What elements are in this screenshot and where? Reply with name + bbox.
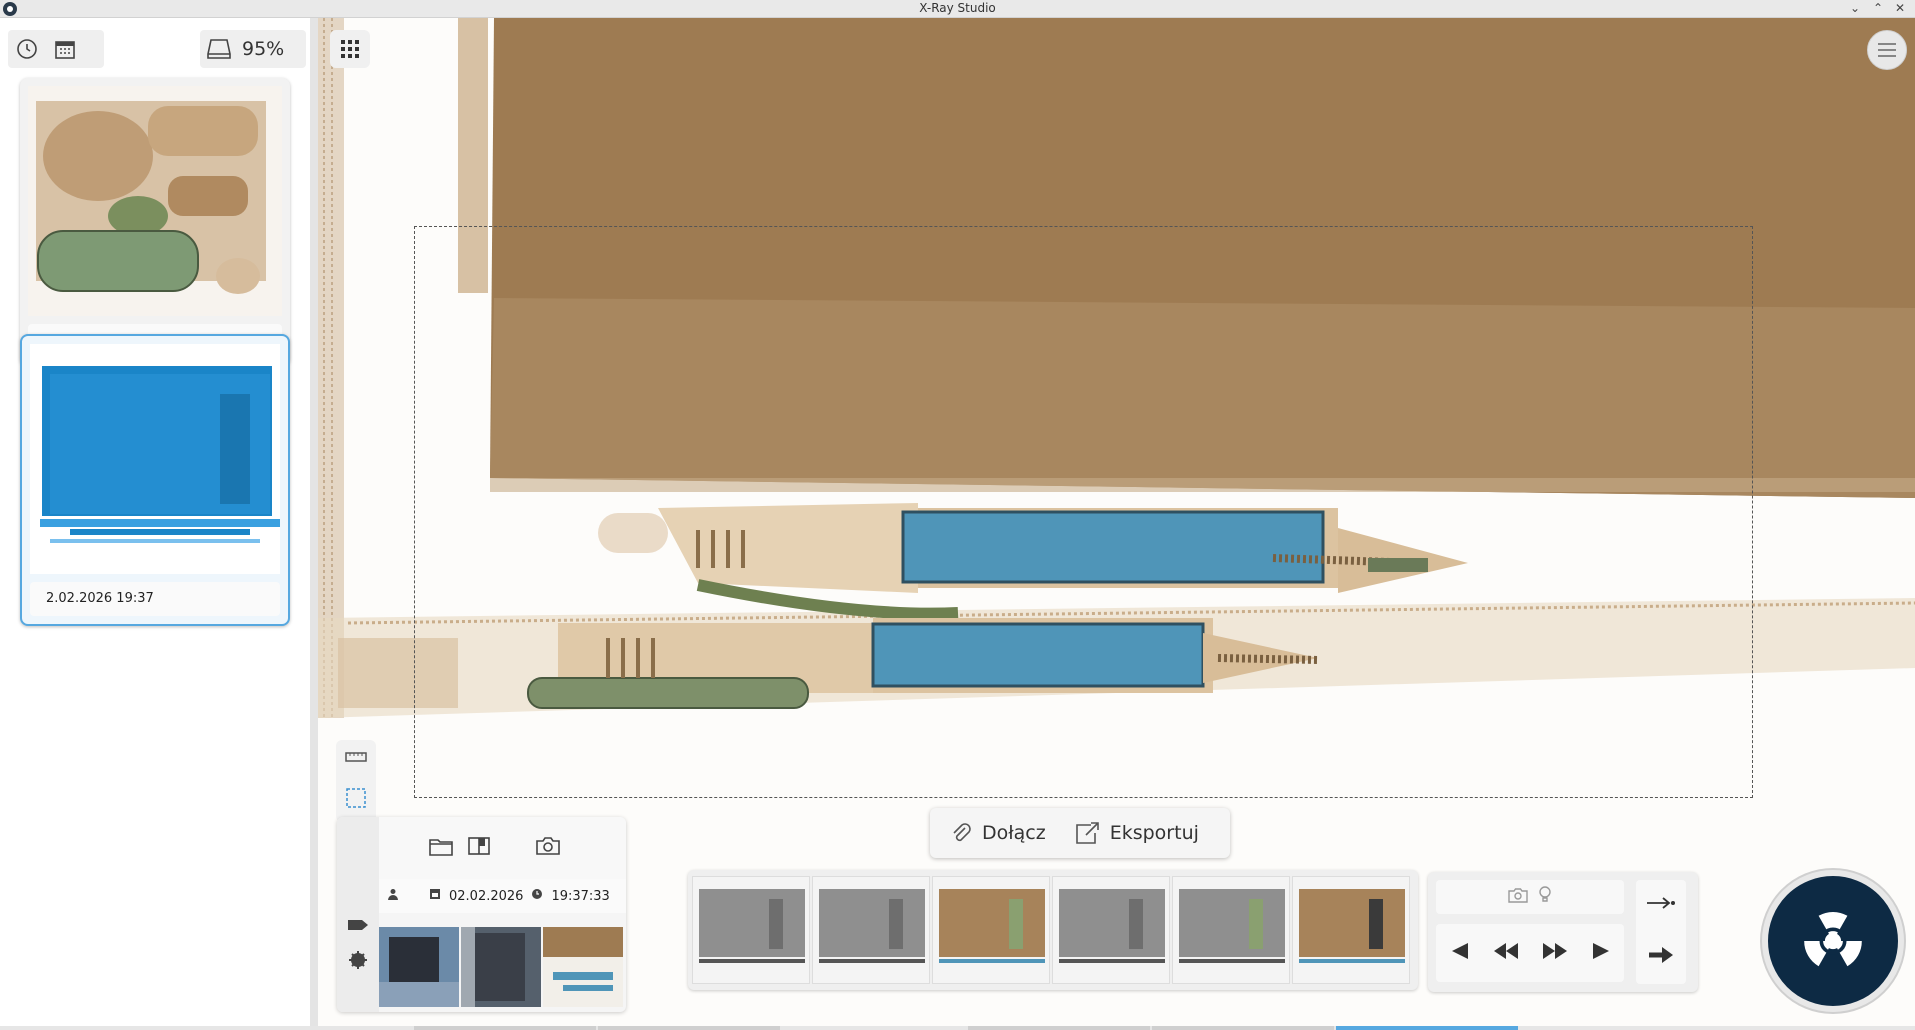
scan-history-panel: 95% 2.02.2026 19:40 bbox=[0, 18, 318, 1030]
disk-icon bbox=[200, 30, 238, 68]
scan-thumbnail bbox=[30, 344, 280, 574]
filmstrip-frame[interactable] bbox=[812, 876, 930, 984]
camera-photo[interactable] bbox=[543, 927, 623, 1007]
rewind-icon[interactable] bbox=[1493, 941, 1519, 965]
status-strip bbox=[0, 1026, 1915, 1030]
paperclip-icon bbox=[953, 823, 971, 842]
info-toolbar bbox=[379, 817, 626, 879]
filmstrip-frame[interactable] bbox=[1172, 876, 1290, 984]
disk-usage-value: 95% bbox=[242, 38, 285, 60]
minimize-button[interactable]: ⌄ bbox=[1845, 0, 1865, 18]
grid-icon[interactable] bbox=[330, 30, 370, 68]
filmstrip-frame[interactable] bbox=[932, 876, 1050, 984]
tag-icon[interactable] bbox=[347, 917, 369, 937]
fast-forward-icon[interactable] bbox=[1542, 941, 1568, 965]
filmstrip-frame[interactable] bbox=[1292, 876, 1410, 984]
radiation-icon bbox=[1804, 911, 1862, 967]
export-label: Eksportuj bbox=[1109, 822, 1199, 844]
folder-icon[interactable] bbox=[429, 836, 453, 860]
scan-meta: 02.02.2026 19:37:33 bbox=[379, 879, 626, 913]
action-bar: Dołącz Eksportuj bbox=[930, 808, 1230, 858]
left-toolbar: 95% bbox=[8, 30, 310, 68]
attach-label: Dołącz bbox=[982, 822, 1046, 844]
compare-icon[interactable] bbox=[467, 836, 491, 860]
navigation-buttons bbox=[1436, 924, 1624, 982]
attach-button[interactable]: Dołącz bbox=[950, 822, 1046, 844]
info-side-tools bbox=[337, 817, 379, 1012]
camera-icon[interactable] bbox=[535, 836, 561, 860]
maximize-button[interactable]: ⌃ bbox=[1868, 0, 1888, 18]
selection-icon[interactable] bbox=[345, 787, 367, 813]
scan-timestamp: 2.02.2026 19:37 bbox=[30, 582, 280, 616]
hamburger-menu-icon[interactable] bbox=[1867, 30, 1907, 70]
arrow-right-dot-icon[interactable] bbox=[1646, 895, 1676, 915]
measure-tools bbox=[336, 740, 376, 822]
history-icon[interactable] bbox=[8, 30, 46, 68]
scan-card-selected[interactable]: 2.02.2026 19:37 bbox=[20, 334, 290, 626]
filmstrip-frame[interactable] bbox=[1052, 876, 1170, 984]
date-icon bbox=[429, 888, 441, 904]
camera-photo[interactable] bbox=[379, 927, 459, 1007]
export-icon bbox=[1075, 822, 1099, 844]
scan-info-panel: 02.02.2026 19:37:33 bbox=[337, 817, 626, 1012]
lightbulb-icon[interactable] bbox=[1538, 886, 1552, 908]
history-tools bbox=[8, 30, 104, 68]
clock-icon bbox=[531, 888, 543, 904]
camera-icon[interactable] bbox=[1508, 887, 1528, 907]
capture-options bbox=[1436, 880, 1624, 914]
prev-icon[interactable] bbox=[1448, 941, 1470, 965]
step-buttons bbox=[1636, 880, 1686, 984]
export-button[interactable]: Eksportuj bbox=[1074, 821, 1199, 845]
close-button[interactable]: ✕ bbox=[1890, 0, 1910, 18]
window-title: X-Ray Studio bbox=[919, 1, 996, 15]
scan-thumbnail bbox=[28, 86, 282, 316]
ruler-icon[interactable] bbox=[345, 749, 367, 768]
filter-icon[interactable] bbox=[347, 949, 369, 975]
filmstrip-frame[interactable] bbox=[692, 876, 810, 984]
radiation-button[interactable] bbox=[1762, 870, 1904, 1012]
disk-usage-indicator: 95% bbox=[200, 30, 306, 68]
title-bar: X-Ray Studio ⌄ ⌃ ✕ bbox=[0, 0, 1915, 18]
scan-date: 02.02.2026 bbox=[449, 888, 524, 904]
arrow-right-icon[interactable] bbox=[1648, 945, 1674, 969]
camera-photo[interactable] bbox=[461, 927, 541, 1007]
playback-controls bbox=[1428, 872, 1698, 992]
scan-card[interactable]: 2.02.2026 19:40 bbox=[20, 78, 290, 366]
user-icon bbox=[387, 888, 399, 904]
calendar-icon[interactable] bbox=[46, 30, 84, 68]
scan-time: 19:37:33 bbox=[551, 888, 610, 904]
image-filmstrip bbox=[688, 870, 1418, 990]
selection-rectangle[interactable] bbox=[414, 226, 1753, 798]
play-icon[interactable] bbox=[1591, 941, 1613, 965]
camera-photos bbox=[379, 927, 626, 1007]
